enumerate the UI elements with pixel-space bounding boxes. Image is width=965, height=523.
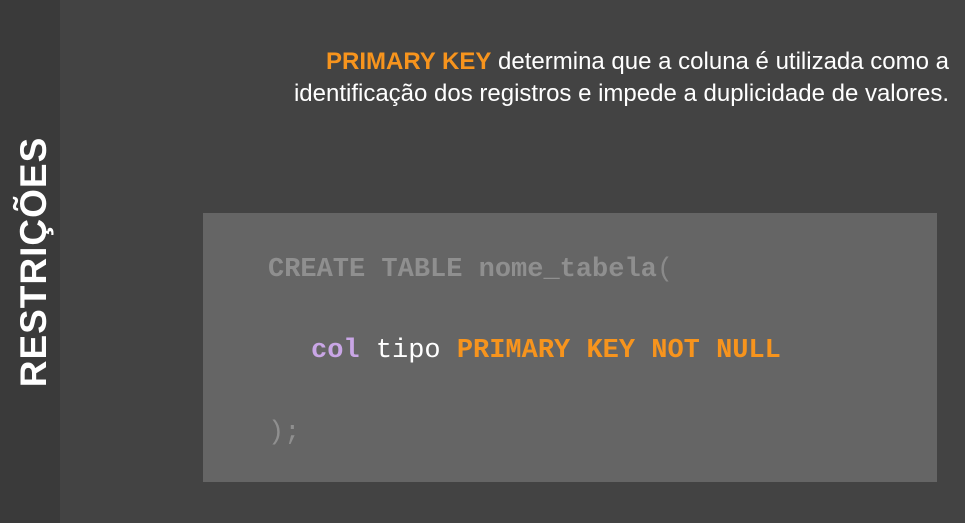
column-type: tipo [375, 336, 441, 366]
primary-key-constraint: PRIMARY KEY [456, 336, 636, 366]
description-text: PRIMARY KEY determina que a coluna é uti… [169, 46, 949, 110]
description-line-2: identificação dos registros e impede a d… [293, 80, 949, 107]
description-line-1: PRIMARY KEY determina que a coluna é uti… [169, 46, 949, 78]
code-line-create-table: CREATE TABLE nome_tabela( [268, 254, 673, 286]
create-table-keyword: CREATE TABLE [268, 255, 463, 285]
code-block: CREATE TABLE nome_tabela( col tipo PRIMA… [203, 213, 937, 482]
section-title: RESTRIÇÕES [13, 136, 54, 388]
code-line-close: ); [268, 418, 301, 448]
code-line-column-definition: col tipo PRIMARY KEY NOT NULL [311, 335, 781, 367]
table-name: nome_tabela [478, 255, 657, 285]
side-strip: RESTRIÇÕES [0, 0, 60, 523]
not-null-constraint: NOT NULL [651, 336, 781, 366]
description-line-1-rest: determina que a coluna é utilizada como … [491, 48, 949, 75]
column-name: col [311, 336, 360, 366]
open-paren: ( [656, 255, 674, 285]
primary-key-highlight: PRIMARY KEY [326, 48, 492, 75]
